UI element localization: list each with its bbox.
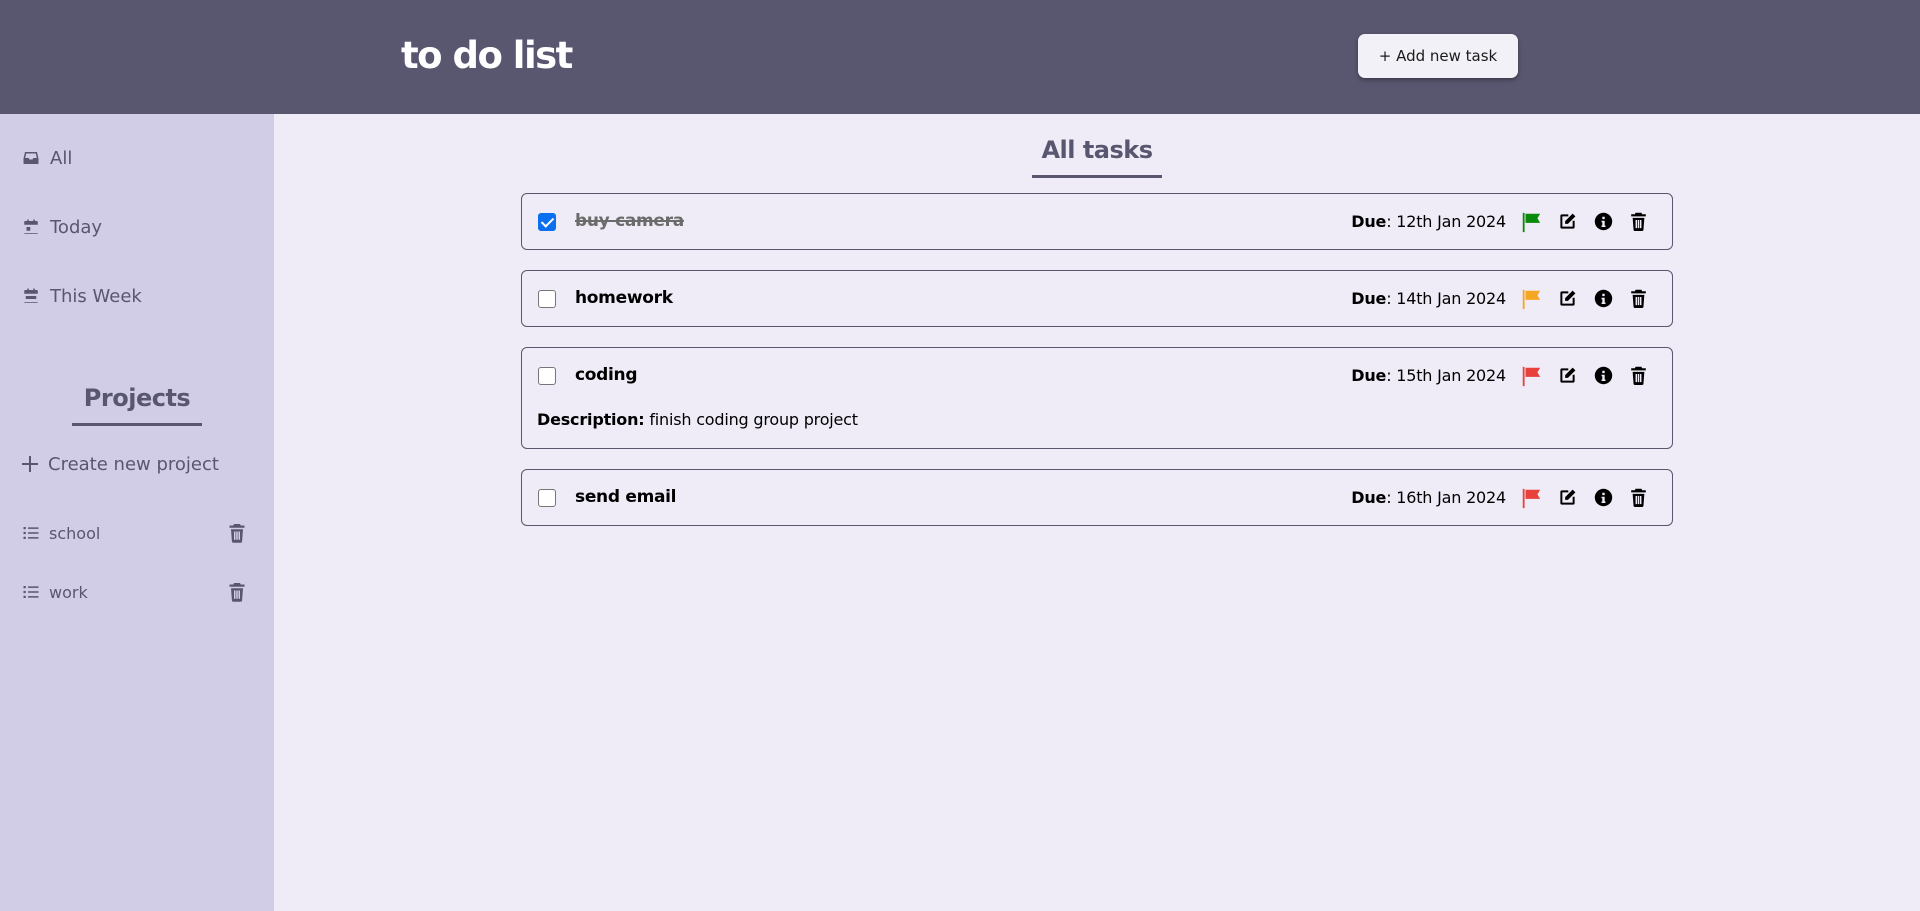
create-new-project-button[interactable]: Create new project [22,449,219,479]
due-label: Due [1351,289,1387,308]
trash-icon[interactable] [1629,289,1648,308]
trash-icon[interactable] [1629,488,1648,507]
trash-icon[interactable] [1629,212,1648,231]
sidebar-item-label: This Week [50,285,142,307]
project-item-work[interactable]: work [22,578,246,606]
due-value: : 12th Jan 2024 [1386,212,1506,231]
task-name: homework [575,288,673,308]
flag-fill [1522,488,1541,509]
task-card: homework Due: 14th Jan 2024 [521,270,1673,327]
calendar-week-icon [24,288,38,303]
trash-icon[interactable] [228,582,246,602]
inbox-icon [23,152,39,164]
task-row: buy camera Due: 12th Jan 2024 [522,194,1672,249]
task-row: coding Due: 15th Jan 2024 [522,348,1672,403]
info-icon[interactable] [1594,289,1613,308]
title-underline [1032,175,1162,178]
priority-flag-icon[interactable] [1520,211,1542,233]
due-label: Due [1351,212,1387,231]
info-icon[interactable] [1594,488,1613,507]
edit-icon[interactable] [1558,488,1577,507]
task-due-date: Due: 15th Jan 2024 [1351,366,1506,386]
priority-flag-icon[interactable] [1520,288,1542,310]
description-value: finish coding group project [644,410,858,429]
description-label: Description: [537,410,645,429]
task-card: coding Due: 15th Jan 2024 Description: f… [521,347,1673,449]
plus-icon [22,456,38,472]
info-icon[interactable] [1594,366,1613,385]
page-title: All tasks [1041,136,1153,164]
info-icon[interactable] [1594,212,1613,231]
list-icon [23,586,39,598]
app-title: to do list [401,34,573,77]
project-name: school [49,523,101,543]
task-name: coding [575,365,638,385]
task-description: Description: finish coding group project [537,410,858,430]
calendar-icon [24,219,38,234]
edit-icon[interactable] [1558,289,1577,308]
flag-fill [1522,212,1541,233]
task-row: send email Due: 16th Jan 2024 [522,470,1672,525]
add-new-task-button[interactable]: + Add new task [1358,34,1518,78]
edit-icon[interactable] [1558,212,1577,231]
task-due-date: Due: 16th Jan 2024 [1351,488,1506,508]
task-row: homework Due: 14th Jan 2024 [522,271,1672,326]
app-header: to do list + Add new task [0,0,1920,114]
due-label: Due [1351,366,1387,385]
task-name: buy camera [575,211,684,231]
task-due-date: Due: 12th Jan 2024 [1351,212,1506,232]
due-label: Due [1351,488,1387,507]
sidebar-item-all[interactable]: All [22,143,72,173]
sidebar-item-label: Today [50,216,103,238]
task-card: buy camera Due: 12th Jan 2024 [521,193,1673,250]
flag-fill [1522,289,1541,310]
sidebar: All Today This Week Projects Create new … [0,114,274,911]
sidebar-item-label: All [50,147,73,169]
task-name: send email [575,487,677,507]
task-checkbox[interactable] [538,489,556,507]
task-due-date: Due: 14th Jan 2024 [1351,289,1506,309]
projects-heading: Projects [83,384,191,412]
project-name: work [49,582,88,602]
create-project-label: Create new project [48,453,219,475]
trash-icon[interactable] [1629,366,1648,385]
sidebar-item-today[interactable]: Today [22,212,102,242]
task-card: send email Due: 16th Jan 2024 [521,469,1673,526]
list-icon [23,527,39,539]
trash-icon[interactable] [228,523,246,543]
priority-flag-icon[interactable] [1520,365,1542,387]
due-value: : 15th Jan 2024 [1386,366,1506,385]
project-item-school[interactable]: school [22,519,246,547]
projects-underline [72,423,202,426]
due-value: : 16th Jan 2024 [1386,488,1506,507]
task-checkbox[interactable] [538,367,556,385]
due-value: : 14th Jan 2024 [1386,289,1506,308]
task-checkbox[interactable] [538,213,556,231]
flag-fill [1522,366,1541,387]
task-checkbox[interactable] [538,290,556,308]
priority-flag-icon[interactable] [1520,487,1542,509]
edit-icon[interactable] [1558,366,1577,385]
sidebar-item-this-week[interactable]: This Week [22,281,142,311]
